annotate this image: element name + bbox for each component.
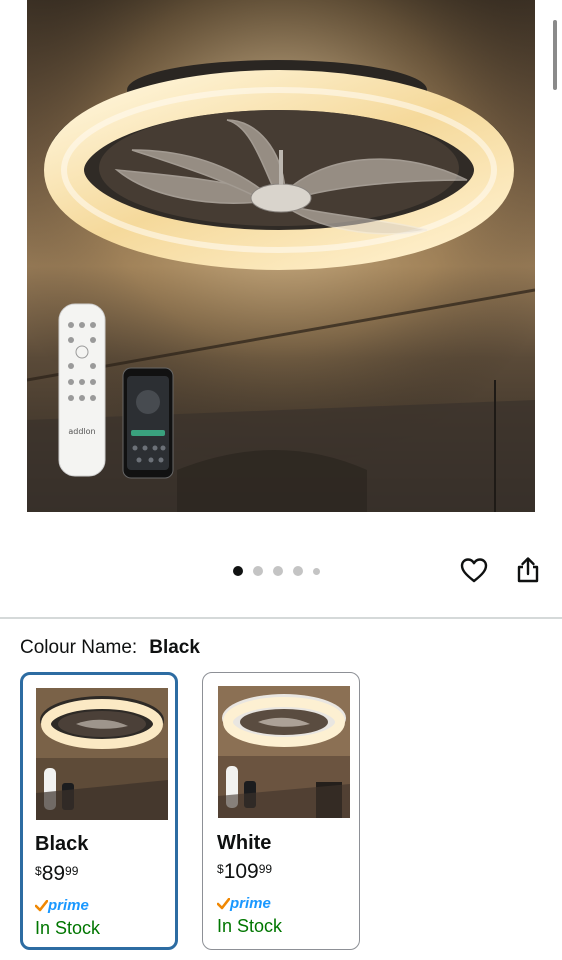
prime-label: prime [230, 895, 271, 912]
carousel-dot[interactable] [313, 567, 320, 575]
carousel-dot[interactable] [273, 566, 283, 576]
price-fraction: 99 [258, 862, 273, 876]
scrollbar-thumb[interactable] [553, 20, 557, 90]
carousel-dot[interactable] [253, 566, 263, 576]
colour-option-price: $109 99 [217, 860, 272, 884]
price-symbol: $ [217, 862, 224, 876]
colour-option-thumbnail [36, 688, 168, 820]
prime-check-icon [35, 899, 48, 911]
colour-option-black[interactable]: Black $89 99 prime In Stock [20, 672, 178, 950]
price-whole: 89 [41, 862, 66, 885]
colour-option-white[interactable]: White $109 99 prime In Stock [202, 672, 360, 950]
heart-icon [460, 558, 488, 583]
section-divider [0, 617, 562, 619]
colour-option-name: White [217, 832, 272, 854]
price-fraction: 99 [65, 864, 79, 878]
remote-brand-label: addlon [68, 427, 95, 436]
favorite-button[interactable] [459, 555, 489, 585]
share-icon [517, 557, 539, 583]
prime-check-icon [217, 897, 230, 909]
colour-selected-value: Black [149, 637, 200, 658]
price-whole: 109 [223, 860, 259, 883]
colour-option-thumbnail [218, 686, 350, 818]
prime-badge: prime [35, 897, 89, 914]
prime-label: prime [48, 897, 89, 914]
colour-option-price: $89 99 [35, 862, 78, 886]
image-carousel-dots[interactable] [233, 565, 320, 577]
prime-badge: prime [217, 895, 271, 912]
carousel-dot[interactable] [293, 566, 303, 576]
product-main-image[interactable]: addlon [27, 0, 535, 512]
colour-option-name: Black [35, 833, 89, 855]
stock-status: In Stock [217, 916, 283, 936]
colour-name-row: Colour Name: Black [20, 636, 200, 660]
colour-name-label: Colour Name: [20, 637, 138, 658]
stock-status: In Stock [35, 918, 101, 938]
share-button[interactable] [513, 555, 543, 585]
carousel-dot[interactable] [233, 566, 243, 576]
price-symbol: $ [35, 864, 42, 878]
